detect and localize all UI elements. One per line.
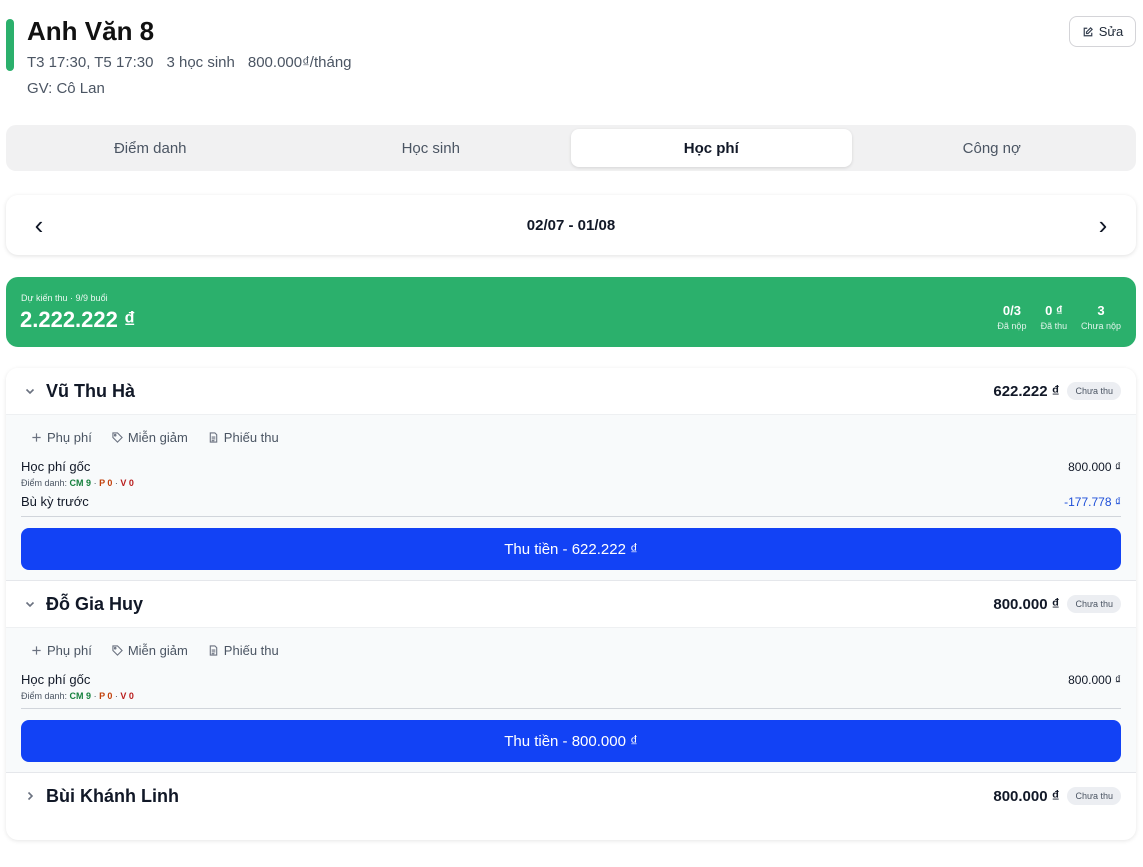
plus-icon <box>32 432 41 442</box>
tab-students[interactable]: Học sinh <box>291 129 572 167</box>
student-item: Vũ Thu Hà 622.222 ₫ Chưa thu Phụ phí Miễ… <box>6 368 1136 581</box>
add-fee-label: Phụ phí <box>47 429 92 445</box>
document-icon <box>209 644 218 656</box>
class-schedule: T3 17:30, T5 17:30 <box>27 54 154 71</box>
summary-caption: Dự kiến thu · 9/9 buổi <box>21 293 108 303</box>
student-details: Phụ phí Miễn giảm Phiếu thu Học phí gốc … <box>6 414 1136 580</box>
student-header[interactable]: Đỗ Gia Huy 800.000 ₫ Chưa thu <box>6 581 1136 627</box>
stat-label: Đã nộp <box>997 321 1027 331</box>
pencil-square-icon <box>1083 26 1093 36</box>
student-name: Vũ Thu Hà <box>46 380 135 401</box>
receipt-button[interactable]: Phiếu thu <box>208 430 279 445</box>
stat-label: Chưa nộp <box>1080 321 1121 331</box>
document-icon <box>209 431 218 443</box>
collect-payment-button[interactable]: Thu tiền - 622.222 ₫ <box>21 528 1121 570</box>
receipt-label: Phiếu thu <box>223 429 279 445</box>
class-student-count: 3 học sinh <box>166 54 235 71</box>
student-header[interactable]: Vũ Thu Hà 622.222 ₫ Chưa thu <box>6 368 1136 414</box>
tab-bar: Điểm danh Học sinh Học phí Công nợ <box>6 125 1136 171</box>
attendance-permitted: P 0 <box>99 691 113 701</box>
base-fee-row: Học phí gốc 800.000 ₫ <box>21 672 1121 687</box>
student-name: Đỗ Gia Huy <box>46 593 144 614</box>
next-period-button[interactable]: › <box>1092 212 1114 238</box>
student-item: Đỗ Gia Huy 800.000 ₫ Chưa thu Phụ phí Mi… <box>6 581 1136 773</box>
tab-tuition[interactable]: Học phí <box>571 129 852 167</box>
attendance-label: Điểm danh: <box>21 691 68 701</box>
status-badge: Chưa thu <box>1067 595 1121 613</box>
student-total: 800.000 ₫ <box>993 595 1060 613</box>
add-fee-label: Phụ phí <box>47 642 92 658</box>
class-meta: T3 17:30, T5 17:30 3 học sinh 800.000₫/t… <box>27 54 352 71</box>
student-header[interactable]: Bùi Khánh Linh 800.000 ₫ Chưa thu <box>6 773 1136 819</box>
attendance-summary: Điểm danh: CM 9 · P 0 · V 0 <box>21 478 134 488</box>
collect-payment-button[interactable]: Thu tiền - 800.000 ₫ <box>21 720 1121 762</box>
student-actions: Phụ phí Miễn giảm Phiếu thu <box>21 415 1121 459</box>
stat-collected: 0 ₫ Đã thu <box>1039 303 1069 331</box>
student-name: Bùi Khánh Linh <box>46 785 179 806</box>
class-header: Anh Văn 8 T3 17:30, T5 17:30 3 học sinh … <box>0 0 1143 110</box>
tab-attendance[interactable]: Điểm danh <box>10 129 291 167</box>
student-item: Bùi Khánh Linh 800.000 ₫ Chưa thu <box>6 773 1136 819</box>
discount-button[interactable]: Miễn giảm <box>112 430 188 445</box>
discount-button[interactable]: Miễn giảm <box>112 643 188 658</box>
status-badge: Chưa thu <box>1067 382 1121 400</box>
base-fee-row: Học phí gốc 800.000 ₫ <box>21 459 1121 474</box>
student-total: 800.000 ₫ <box>993 787 1060 805</box>
base-fee-value: 800.000 ₫ <box>1068 672 1121 687</box>
period-range: 02/07 - 01/08 <box>526 216 616 234</box>
attendance-present: CM 9 <box>69 691 92 701</box>
add-fee-button[interactable]: Phụ phí <box>31 430 92 445</box>
tag-icon <box>112 431 123 443</box>
class-accent-bar <box>6 19 14 71</box>
receipt-label: Phiếu thu <box>223 642 279 658</box>
discount-label: Miễn giảm <box>127 429 188 445</box>
stat-value: 3 <box>1097 303 1105 318</box>
attendance-summary: Điểm danh: CM 9 · P 0 · V 0 <box>21 691 134 701</box>
plus-icon <box>32 645 41 655</box>
attendance-present: CM 9 <box>69 478 92 488</box>
edit-button[interactable]: Sửa <box>1069 16 1136 47</box>
student-details: Phụ phí Miễn giảm Phiếu thu Học phí gốc … <box>6 627 1136 772</box>
student-tuition-list: Vũ Thu Hà 622.222 ₫ Chưa thu Phụ phí Miễ… <box>6 368 1136 840</box>
class-title: Anh Văn 8 <box>27 16 155 46</box>
class-teacher: GV: Cô Lan <box>27 80 105 97</box>
chevron-right-icon[interactable] <box>21 787 39 805</box>
tuition-summary-card: Dự kiến thu · 9/9 buổi 2.222.222 ₫ 0/3 Đ… <box>6 277 1136 347</box>
base-fee-value: 800.000 ₫ <box>1068 459 1121 474</box>
divider <box>21 516 1121 517</box>
chevron-down-icon[interactable] <box>21 382 39 400</box>
divider <box>21 708 1121 709</box>
student-actions: Phụ phí Miễn giảm Phiếu thu <box>21 628 1121 672</box>
previous-adjust-value: -177.778 ₫ <box>1064 494 1121 509</box>
period-selector: ‹ 02/07 - 01/08 › <box>6 195 1136 255</box>
status-badge: Chưa thu <box>1067 787 1121 805</box>
edit-button-label: Sửa <box>1098 24 1124 39</box>
previous-adjust-label: Bù kỳ trước <box>21 494 89 509</box>
attendance-label: Điểm danh: <box>21 478 68 488</box>
attendance-absent: V 0 <box>120 691 134 701</box>
add-fee-button[interactable]: Phụ phí <box>31 643 92 658</box>
prev-period-button[interactable]: ‹ <box>28 212 50 238</box>
base-fee-label: Học phí gốc <box>21 672 91 687</box>
attendance-absent: V 0 <box>120 478 134 488</box>
tab-debt[interactable]: Công nợ <box>852 129 1133 167</box>
previous-adjust-row: Bù kỳ trước -177.778 ₫ <box>21 494 1121 509</box>
base-fee-label: Học phí gốc <box>21 459 91 474</box>
summary-expected-amount: 2.222.222 ₫ <box>20 307 136 332</box>
student-total: 622.222 ₫ <box>993 382 1060 400</box>
stat-value: 0/3 <box>1002 303 1021 318</box>
stat-label: Đã thu <box>1040 321 1068 331</box>
summary-stats: 0/3 Đã nộp 0 ₫ Đã thu 3 Chưa nộp <box>997 303 1121 331</box>
attendance-permitted: P 0 <box>99 478 113 488</box>
tag-icon <box>112 644 123 656</box>
stat-paid-count: 0/3 Đã nộp <box>997 303 1027 331</box>
receipt-button[interactable]: Phiếu thu <box>208 643 279 658</box>
stat-unpaid: 3 Chưa nộp <box>1081 303 1121 331</box>
class-price: 800.000₫/tháng <box>247 54 352 71</box>
chevron-down-icon[interactable] <box>21 595 39 613</box>
discount-label: Miễn giảm <box>127 642 188 658</box>
stat-value: 0 ₫ <box>1045 303 1063 318</box>
